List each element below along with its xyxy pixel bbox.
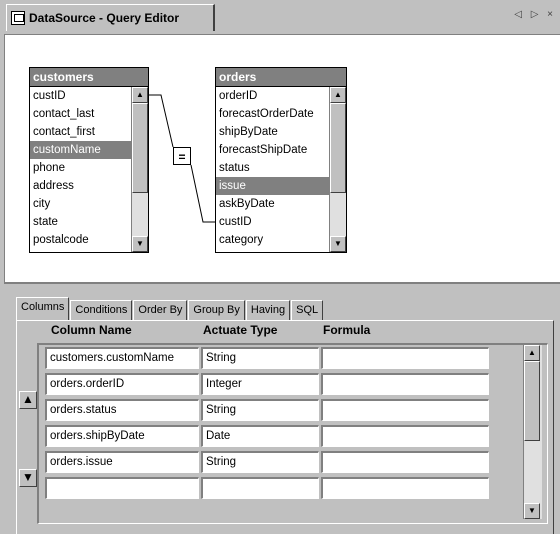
table-field[interactable]: status [216, 159, 346, 177]
column-name-cell[interactable]: orders.issue [45, 451, 199, 473]
table-field[interactable]: forecastShipDate [216, 141, 346, 159]
column-name-cell[interactable] [45, 477, 199, 499]
move-up-button[interactable]: ▲ [19, 391, 37, 409]
table-scrollbar[interactable]: ▲ ▼ [131, 87, 148, 252]
document-tab-strip: DataSource - Query Editor ◁ ▷ × [0, 0, 560, 34]
actuate-type-cell[interactable]: String [201, 399, 319, 421]
actuate-type-cell[interactable] [201, 477, 319, 499]
scroll-thumb[interactable] [330, 103, 346, 193]
column-name-cell[interactable]: orders.orderID [45, 373, 199, 395]
actuate-type-cell[interactable]: String [201, 451, 319, 473]
arrow-up-icon: ▲ [22, 392, 34, 406]
query-properties-panel: Columns Conditions Order By Group By Having S… [4, 282, 560, 534]
column-name-cell[interactable]: orders.status [45, 399, 199, 421]
tab-navigation-arrows[interactable]: ◁ ▷ × [514, 9, 556, 20]
scroll-up-icon[interactable]: ▲ [330, 87, 346, 103]
tab-sql[interactable]: SQL [291, 300, 324, 320]
table-field[interactable]: category [216, 231, 346, 249]
column-name-cell[interactable]: orders.shipByDate [45, 425, 199, 447]
actuate-type-cell[interactable]: Date [201, 425, 319, 447]
window-title: DataSource - Query Editor [29, 11, 180, 25]
tab-having[interactable]: Having [245, 300, 291, 320]
move-down-button[interactable]: ▼ [19, 469, 37, 487]
arrow-down-icon: ▼ [22, 470, 34, 484]
formula-cell[interactable] [321, 477, 489, 499]
table-field[interactable]: askByDate [216, 195, 346, 213]
actuate-type-cell[interactable]: String [201, 347, 319, 369]
formula-cell[interactable] [321, 373, 489, 395]
scroll-down-icon[interactable]: ▼ [524, 503, 540, 519]
formula-cell[interactable] [321, 347, 489, 369]
actuate-type-header: Actuate Type [203, 323, 278, 337]
scroll-thumb[interactable] [132, 103, 148, 193]
formula-cell[interactable] [321, 451, 489, 473]
formula-cell[interactable] [321, 399, 489, 421]
formula-header: Formula [323, 323, 371, 337]
columns-tab-page: Column Name Actuate Type Formula ▲ ▼ cus… [16, 320, 554, 534]
column-name-cell[interactable]: customers.customName [45, 347, 199, 369]
table-title[interactable]: orders [216, 68, 346, 87]
join-condition-box[interactable]: = [173, 147, 191, 165]
table-field[interactable]: forecastOrderDate [216, 105, 346, 123]
table-field[interactable]: orderID [216, 87, 346, 105]
join-diagram-canvas[interactable]: = customers custID contact_last contact_fi… [4, 34, 560, 283]
table-field[interactable]: shipByDate [216, 123, 346, 141]
orders-table[interactable]: orders orderID forecastOrderDate shipByDat… [215, 67, 347, 253]
tab-group-by[interactable]: Group By [188, 300, 245, 320]
actuate-type-cell[interactable]: Integer [201, 373, 319, 395]
table-field[interactable]: issue [216, 177, 346, 195]
customers-table[interactable]: customers custID contact_last contact_firs… [29, 67, 149, 253]
scroll-down-icon[interactable]: ▼ [132, 236, 148, 252]
query-editor-tab[interactable]: DataSource - Query Editor [6, 4, 215, 31]
tab-columns[interactable]: Columns [16, 297, 70, 320]
columns-grid: customers.customName String orders.orderID… [37, 343, 548, 524]
scroll-thumb[interactable] [524, 361, 540, 441]
tab-conditions[interactable]: Conditions [70, 300, 133, 320]
scroll-up-icon[interactable]: ▲ [132, 87, 148, 103]
query-icon [11, 11, 25, 25]
table-title[interactable]: customers [30, 68, 148, 87]
column-name-header: Column Name [51, 323, 132, 337]
table-fields: orderID forecastOrderDate shipByDate foreca… [216, 87, 346, 252]
table-fields: custID contact_last contact_first customNam… [30, 87, 148, 252]
table-scrollbar[interactable]: ▲ ▼ [329, 87, 346, 252]
formula-cell[interactable] [321, 425, 489, 447]
scroll-down-icon[interactable]: ▼ [330, 236, 346, 252]
grid-vertical-scrollbar[interactable]: ▲ ▼ [523, 345, 542, 519]
table-field[interactable]: custID [216, 213, 346, 231]
tab-order-by[interactable]: Order By [133, 300, 188, 320]
scroll-up-icon[interactable]: ▲ [524, 345, 540, 361]
tab-bar: Columns Conditions Order By Group By Having S… [16, 297, 324, 320]
